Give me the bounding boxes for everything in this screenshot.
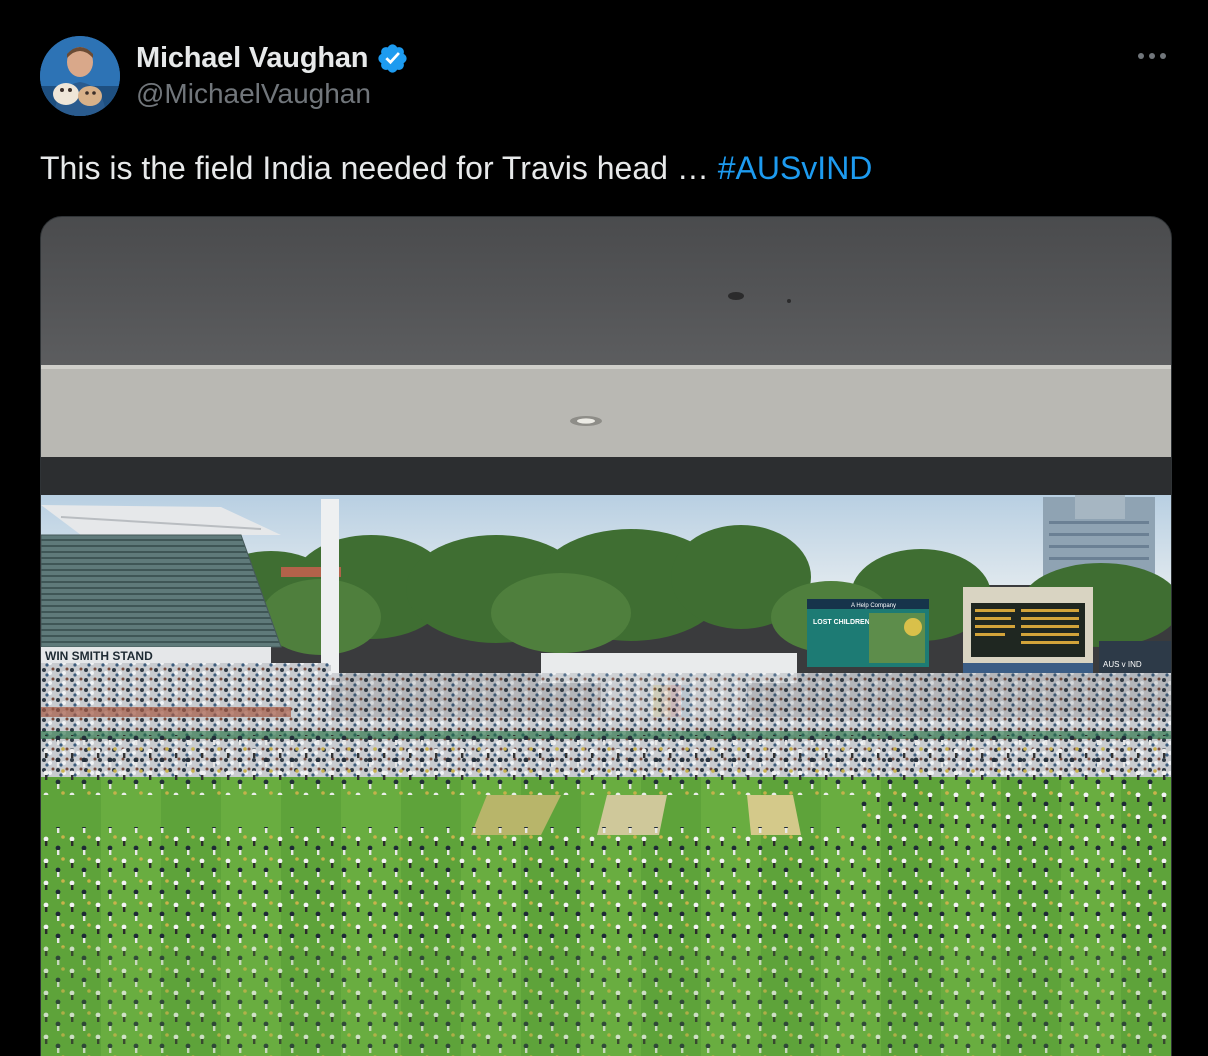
scoreboard-text: AUS v IND [1103,660,1142,669]
avatar-image [40,36,120,116]
avatar[interactable] [40,36,120,116]
more-options-icon[interactable] [1136,40,1168,72]
screen-heading: LOST CHILDREN [813,619,870,626]
author-display-name[interactable]: Michael Vaughan [136,42,368,75]
author-handle[interactable]: @MichaelVaughan [136,78,371,110]
tweet-container: Michael Vaughan @MichaelVaughan This is … [0,0,1208,1056]
tweet-photo[interactable]: WIN SMITH STAND A Help Company LOST CHIL… [40,216,1172,1056]
stadium-photo: WIN SMITH STAND A Help Company LOST CHIL… [41,217,1171,1056]
author-name-row: Michael Vaughan [136,38,409,78]
screen-company: A Help Company [851,603,896,609]
tweet-body: This is the field India needed for Travi… [40,150,718,186]
stand-sign: WIN SMITH STAND [45,649,153,663]
hashtag-link[interactable]: #AUSvIND [718,150,873,186]
verified-badge-icon[interactable] [376,42,409,75]
tweet-text: This is the field India needed for Travi… [40,146,872,190]
